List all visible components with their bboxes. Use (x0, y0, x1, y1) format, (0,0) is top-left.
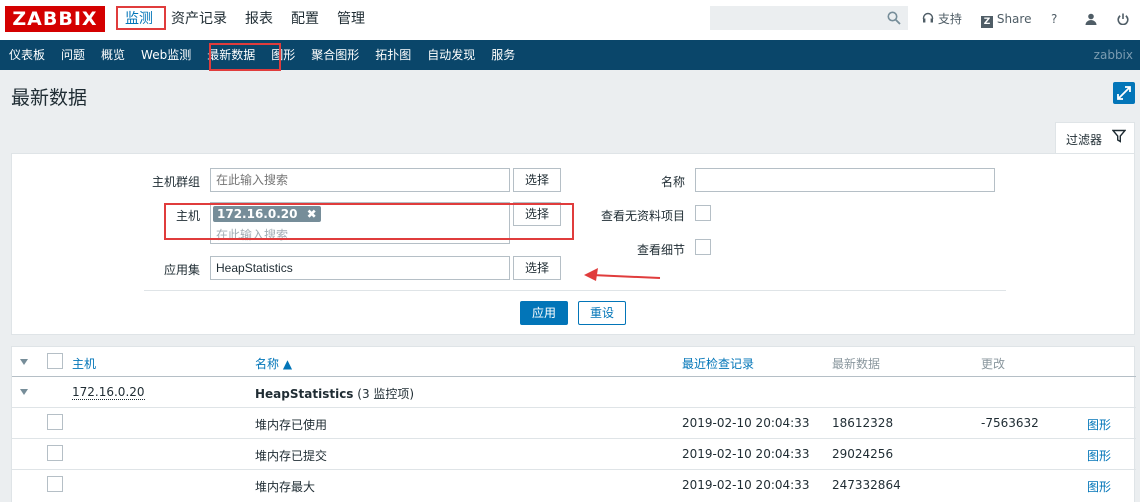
tab-overview[interactable]: 概览 (92, 40, 132, 70)
header-divider (12, 376, 1136, 377)
item-name: 堆内存最大 (255, 480, 316, 494)
filter-tab-label: 过滤器 (1066, 133, 1103, 147)
application-label: 应用集 (163, 263, 200, 277)
user-profile-icon[interactable] (1085, 13, 1097, 25)
filter-tab[interactable]: 过滤器 (1055, 122, 1135, 154)
row-checkbox[interactable] (47, 476, 63, 492)
remove-tag-icon[interactable]: ✖ (307, 207, 317, 221)
column-last-value: 最新数据 (832, 357, 881, 371)
item-last-check: 2019-02-10 20:04:33 (682, 478, 810, 492)
tab-graphs[interactable]: 图形 (262, 40, 302, 70)
column-host[interactable]: 主机 (72, 355, 96, 372)
row-checkbox[interactable] (47, 445, 63, 461)
show-details-checkbox[interactable] (695, 239, 711, 255)
name-input[interactable] (695, 168, 995, 192)
tab-dashboard[interactable]: 仪表板 (0, 40, 52, 70)
page-title: 最新数据 (11, 87, 88, 109)
item-name: 堆内存已使用 (255, 418, 328, 432)
tab-latest-data[interactable]: 最新数据 (198, 40, 263, 70)
apply-button[interactable]: 应用 (520, 301, 568, 325)
main-menu: 监测 资产记录 报表 配置 管理 (116, 0, 374, 40)
main-menu-monitoring[interactable]: 监测 (116, 0, 162, 40)
show-items-without-data-label: 查看无资料项目 (600, 209, 685, 223)
share-icon: Z (981, 16, 993, 28)
application-group: HeapStatistics (3 监控项) (255, 385, 414, 402)
tab-services[interactable]: 服务 (482, 40, 522, 70)
application-input[interactable] (210, 256, 510, 280)
collapse-all-icon[interactable] (20, 359, 28, 365)
zabbix-logo[interactable]: ZABBIX (5, 6, 105, 32)
tab-problems[interactable]: 问题 (52, 40, 92, 70)
tab-discovery[interactable]: 自动发现 (418, 40, 482, 70)
item-last-check: 2019-02-10 20:04:33 (682, 447, 810, 461)
help-link[interactable]: ? (1051, 0, 1057, 40)
sub-menu: 仪表板 问题 概览 Web监测 最新数据 图形 聚合图形 拓扑图 自动发现 服务 (0, 40, 522, 70)
item-last-check: 2019-02-10 20:04:33 (682, 416, 810, 430)
tab-screens[interactable]: 聚合图形 (302, 40, 366, 70)
tab-web-monitoring[interactable]: Web监测 (132, 40, 198, 70)
help-icon: ? (1051, 12, 1058, 26)
search-input[interactable] (711, 7, 881, 29)
search-icon[interactable] (887, 11, 901, 25)
support-label: 支持 (937, 12, 962, 26)
item-change: -7563632 (981, 416, 1039, 430)
item-last-value: 247332864 (832, 478, 901, 492)
share-link[interactable]: Z Share (981, 0, 1031, 40)
host-tag[interactable]: 172.16.0.20 ✖ (213, 206, 321, 222)
support-link[interactable]: 支持 (922, 0, 962, 40)
latest-data-table: 主机 名称 ▲ 最近检查记录 最新数据 更改 172.16.0.20 HeapS… (11, 346, 1136, 502)
top-bar: ZABBIX 监测 资产记录 报表 配置 管理 支持 Z Share ? (0, 0, 1140, 40)
column-change: 更改 (981, 357, 1006, 371)
sub-navigation: 仪表板 问题 概览 Web监测 最新数据 图形 聚合图形 拓扑图 自动发现 服务… (0, 40, 1140, 70)
graph-link[interactable]: 图形 (1087, 478, 1111, 495)
main-menu-configuration[interactable]: 配置 (282, 0, 328, 40)
row-divider (12, 469, 1136, 470)
row-divider (12, 407, 1136, 408)
share-label: Share (996, 12, 1032, 26)
name-label: 名称 (660, 175, 685, 189)
column-name[interactable]: 名称 ▲ (255, 355, 292, 372)
main-menu-inventory[interactable]: 资产记录 (162, 0, 236, 40)
graph-link[interactable]: 图形 (1087, 416, 1111, 433)
annotation-arrow (584, 268, 661, 281)
application-name: HeapStatistics (255, 387, 354, 401)
item-last-value: 18612328 (832, 416, 894, 430)
group-host-label: 172.16.0.20 (72, 385, 145, 400)
group-host-link[interactable]: 172.16.0.20 (72, 385, 145, 400)
host-select-button[interactable]: 选择 (513, 202, 561, 226)
application-select-button[interactable]: 选择 (513, 256, 561, 280)
host-tag-label: 172.16.0.20 (217, 207, 298, 221)
headset-icon (922, 12, 934, 23)
host-label: 主机 (175, 209, 200, 223)
host-group-input[interactable] (210, 168, 510, 192)
item-name: 堆内存已提交 (255, 449, 328, 463)
server-name: zabbix (1093, 48, 1133, 62)
select-all-checkbox[interactable] (47, 353, 63, 369)
column-last-check[interactable]: 最近检查记录 (682, 355, 754, 372)
graph-link[interactable]: 图形 (1087, 447, 1111, 464)
main-menu-administration[interactable]: 管理 (328, 0, 374, 40)
reset-button[interactable]: 重设 (578, 301, 626, 325)
filter-divider (144, 290, 1006, 291)
fullscreen-icon (1117, 86, 1131, 100)
show-details-label: 查看细节 (636, 243, 685, 257)
host-group-label: 主机群组 (151, 175, 200, 189)
global-search[interactable] (710, 6, 908, 30)
main-menu-reports[interactable]: 报表 (236, 0, 282, 40)
fullscreen-button[interactable] (1113, 82, 1135, 104)
host-group-select-button[interactable]: 选择 (513, 168, 561, 192)
collapse-group-icon[interactable] (20, 389, 28, 395)
show-items-without-data-checkbox[interactable] (695, 205, 711, 221)
sign-out-icon[interactable] (1117, 13, 1129, 25)
funnel-icon (1112, 129, 1126, 143)
row-checkbox[interactable] (47, 414, 63, 430)
row-divider (12, 438, 1136, 439)
tab-maps[interactable]: 拓扑图 (366, 40, 418, 70)
item-last-value: 29024256 (832, 447, 894, 461)
host-search-placeholder[interactable]: 在此输入搜索 (216, 226, 288, 243)
item-count: (3 监控项) (357, 387, 415, 401)
